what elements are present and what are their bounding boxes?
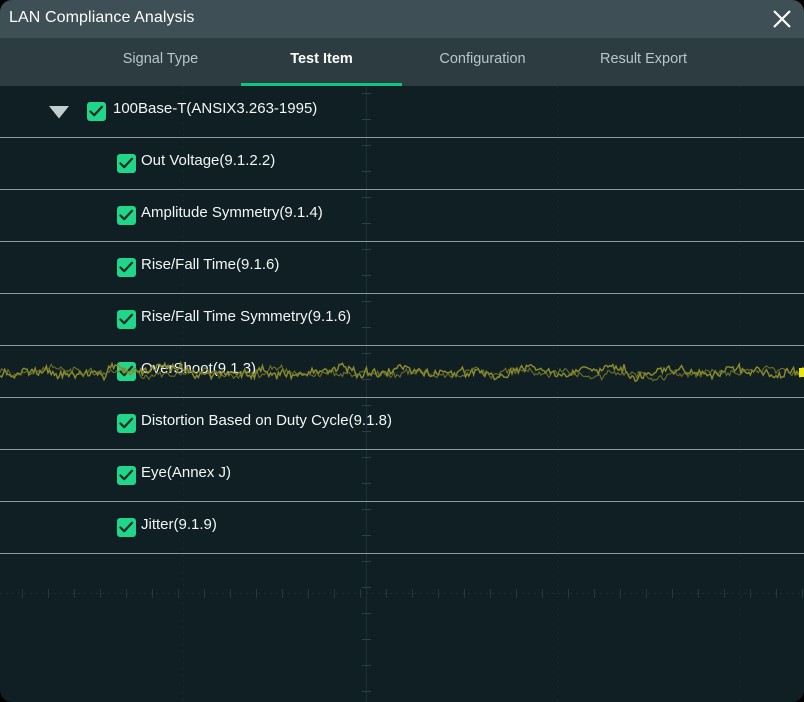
tree-row[interactable]: OverShoot(9.1.3): [0, 346, 804, 398]
tree-row-label: OverShoot(9.1.3): [141, 360, 257, 377]
tab-active-underline: [563, 83, 724, 86]
tree-row-label: 100Base-T(ANSIX3.263-1995): [113, 100, 318, 117]
tree-row[interactable]: Amplitude Symmetry(9.1.4): [0, 190, 804, 242]
checkbox[interactable]: [117, 154, 136, 173]
tab-active-underline: [402, 83, 563, 86]
checkbox[interactable]: [117, 518, 136, 537]
tree-row-parent[interactable]: 100Base-T(ANSIX3.263-1995): [0, 86, 804, 138]
tree-row-label: Distortion Based on Duty Cycle(9.1.8): [141, 412, 392, 429]
tree-row-label: Rise/Fall Time Symmetry(9.1.6): [141, 308, 352, 325]
checkbox[interactable]: [117, 466, 136, 485]
checkbox[interactable]: [117, 362, 136, 381]
tree-row[interactable]: Out Voltage(9.1.2.2): [0, 138, 804, 190]
tree-row-label: Out Voltage(9.1.2.2): [141, 152, 276, 169]
close-icon[interactable]: [766, 3, 798, 35]
checkbox[interactable]: [117, 258, 136, 277]
tree-row-label: Amplitude Symmetry(9.1.4): [141, 204, 323, 221]
test-item-tree: 100Base-T(ANSIX3.263-1995) Out Voltage(9.…: [0, 86, 804, 702]
tab-result-export[interactable]: Result Export: [563, 38, 724, 86]
tab-signal-type[interactable]: Signal Type: [80, 38, 241, 86]
tab-label: Result Export: [599, 51, 688, 67]
tree-row[interactable]: Distortion Based on Duty Cycle(9.1.8): [0, 398, 804, 450]
tree-row-label: Eye(Annex J): [141, 464, 232, 481]
checkbox[interactable]: [87, 102, 106, 121]
tree-row[interactable]: Rise/Fall Time(9.1.6): [0, 242, 804, 294]
tab-test-item[interactable]: Test Item: [241, 38, 402, 86]
tree-row[interactable]: Jitter(9.1.9): [0, 502, 804, 554]
checkbox[interactable]: [117, 414, 136, 433]
tab-bar: Signal Type Test Item Configuration Result …: [0, 38, 804, 86]
tab-active-underline: [241, 83, 402, 86]
checkbox[interactable]: [117, 206, 136, 225]
dialog-title: LAN Compliance Analysis: [9, 9, 195, 26]
tree-row[interactable]: Eye(Annex J): [0, 450, 804, 502]
chevron-down-icon[interactable]: [48, 105, 70, 119]
tree-row-label: Jitter(9.1.9): [141, 516, 217, 533]
tree-row[interactable]: Rise/Fall Time Symmetry(9.1.6): [0, 294, 804, 346]
lan-compliance-analysis-dialog: 100Base-T(ANSIX3.263-1995) Out Voltage(9.…: [0, 0, 804, 702]
tab-label: Test Item: [290, 51, 353, 67]
tab-label: Signal Type: [122, 51, 199, 67]
checkbox[interactable]: [117, 310, 136, 329]
tab-active-underline: [80, 83, 241, 86]
dialog-titlebar: LAN Compliance Analysis: [0, 0, 804, 38]
tab-label: Configuration: [439, 51, 526, 67]
tree-row-label: Rise/Fall Time(9.1.6): [141, 256, 280, 273]
tab-configuration[interactable]: Configuration: [402, 38, 563, 86]
